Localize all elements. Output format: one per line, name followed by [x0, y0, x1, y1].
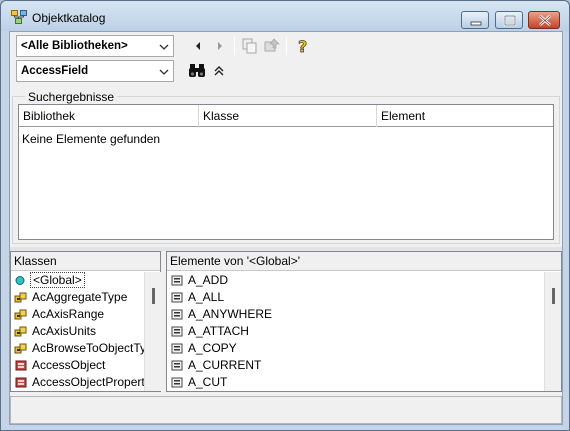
- member-item[interactable]: A_CURRENT: [167, 357, 561, 374]
- search-text-combo[interactable]: AccessField: [16, 60, 174, 82]
- object-browser-window: Objektkatalog <Alle Bibliotheken> ? Acce…: [0, 0, 570, 431]
- details-pane: [10, 396, 562, 424]
- chevron-down-icon: [159, 44, 169, 50]
- column-header-element[interactable]: Element: [377, 105, 553, 127]
- class-item-label: AccessObject: [32, 358, 106, 372]
- class-icon: [15, 377, 27, 388]
- column-header-library[interactable]: Bibliothek: [19, 105, 199, 127]
- library-combo[interactable]: <Alle Bibliotheken>: [16, 35, 174, 57]
- member-item[interactable]: A_ANYWHERE: [167, 306, 561, 323]
- library-combo-value: <Alle Bibliotheken>: [21, 40, 128, 52]
- class-item-label: AcBrowseToObjectType: [32, 341, 160, 355]
- close-button[interactable]: [528, 11, 560, 29]
- constant-icon: [171, 326, 183, 337]
- member-item-label: A_ALL: [188, 290, 225, 304]
- back-icon[interactable]: [188, 36, 208, 56]
- class-item-label: <Global>: [30, 272, 85, 288]
- member-item-label: A_ANYWHERE: [188, 307, 273, 321]
- members-pane[interactable]: Elemente von '<Global>' A_ADD A_ALL A_AN…: [166, 251, 562, 392]
- member-item-label: A_CUT: [188, 375, 228, 389]
- class-item[interactable]: AcBrowseToObjectType: [11, 340, 160, 357]
- class-item-label: AcAxisRange: [32, 307, 105, 321]
- search-text-value: AccessField: [21, 65, 89, 77]
- member-item[interactable]: A_ALL: [167, 289, 561, 306]
- member-item-label: A_ADD: [188, 273, 229, 287]
- copy-icon[interactable]: [240, 36, 260, 56]
- empty-results-message: Keine Elemente gefunden: [22, 132, 161, 146]
- client-area: <Alle Bibliotheken> ? AccessField Sucher…: [9, 31, 563, 425]
- member-item[interactable]: A_COPY: [167, 340, 561, 357]
- class-icon: [15, 360, 27, 371]
- constant-icon: [171, 360, 183, 371]
- members-scrollbar[interactable]: [544, 272, 561, 391]
- enum-icon: [14, 326, 27, 337]
- search-results-list[interactable]: Bibliothek Klasse Element Keine Elemente…: [18, 104, 554, 240]
- chevron-down-icon: [159, 69, 169, 75]
- class-item[interactable]: AcAxisUnits: [11, 323, 160, 340]
- class-item[interactable]: <Global>: [11, 272, 160, 289]
- toolbar-separator: [286, 37, 287, 55]
- constant-icon: [171, 343, 183, 354]
- classes-pane[interactable]: Klassen <Global> AcAggregateType AcAxisR…: [10, 251, 161, 392]
- class-item[interactable]: AcAxisRange: [11, 306, 160, 323]
- help-icon[interactable]: ?: [293, 36, 313, 56]
- class-item-label: AcAggregateType: [32, 290, 128, 304]
- member-item-label: A_CURRENT: [188, 358, 262, 372]
- member-item-label: A_COPY: [188, 341, 237, 355]
- close-icon: [539, 15, 551, 26]
- minimize-button[interactable]: [461, 11, 489, 29]
- binoculars-icon[interactable]: [187, 61, 207, 81]
- class-item[interactable]: AcAggregateType: [11, 289, 160, 306]
- window-title: Objektkatalog: [32, 11, 106, 25]
- class-item[interactable]: AccessObjectProperty: [11, 374, 160, 391]
- member-item[interactable]: A_ATTACH: [167, 323, 561, 340]
- scrollbar-thumb[interactable]: [552, 288, 555, 304]
- class-item[interactable]: AccessObject: [11, 357, 160, 374]
- member-item[interactable]: A_ADD: [167, 272, 561, 289]
- class-item-label: AccessObjectProperty: [32, 375, 151, 389]
- maximize-button[interactable]: [495, 11, 523, 29]
- forward-icon[interactable]: [210, 36, 230, 56]
- minimize-icon: [470, 21, 482, 26]
- constant-icon: [171, 377, 183, 388]
- global-icon: [15, 276, 25, 285]
- toolbar-separator: [234, 37, 235, 55]
- search-results-header: Bibliothek Klasse Element: [19, 105, 553, 127]
- collapse-results-icon[interactable]: [209, 61, 229, 81]
- svg-text:?: ?: [298, 37, 307, 56]
- enum-icon: [14, 309, 27, 320]
- enum-icon: [14, 343, 27, 354]
- members-header: Elemente von '<Global>': [167, 252, 561, 271]
- class-item-label: AcAxisUnits: [32, 324, 97, 338]
- maximize-icon: [503, 14, 517, 27]
- constant-icon: [171, 275, 183, 286]
- column-header-class[interactable]: Klasse: [199, 105, 377, 127]
- search-results-label: Suchergebnisse: [25, 90, 118, 104]
- object-browser-icon: [11, 10, 27, 24]
- classes-header: Klassen: [11, 252, 160, 271]
- title-bar[interactable]: Objektkatalog: [1, 1, 569, 31]
- member-item[interactable]: A_CUT: [167, 374, 561, 391]
- constant-icon: [171, 292, 183, 303]
- member-item-label: A_ATTACH: [188, 324, 249, 338]
- enum-icon: [14, 292, 27, 303]
- view-definition-icon[interactable]: [262, 36, 282, 56]
- constant-icon: [171, 309, 183, 320]
- scrollbar-thumb[interactable]: [152, 288, 155, 304]
- classes-scrollbar[interactable]: [144, 272, 161, 391]
